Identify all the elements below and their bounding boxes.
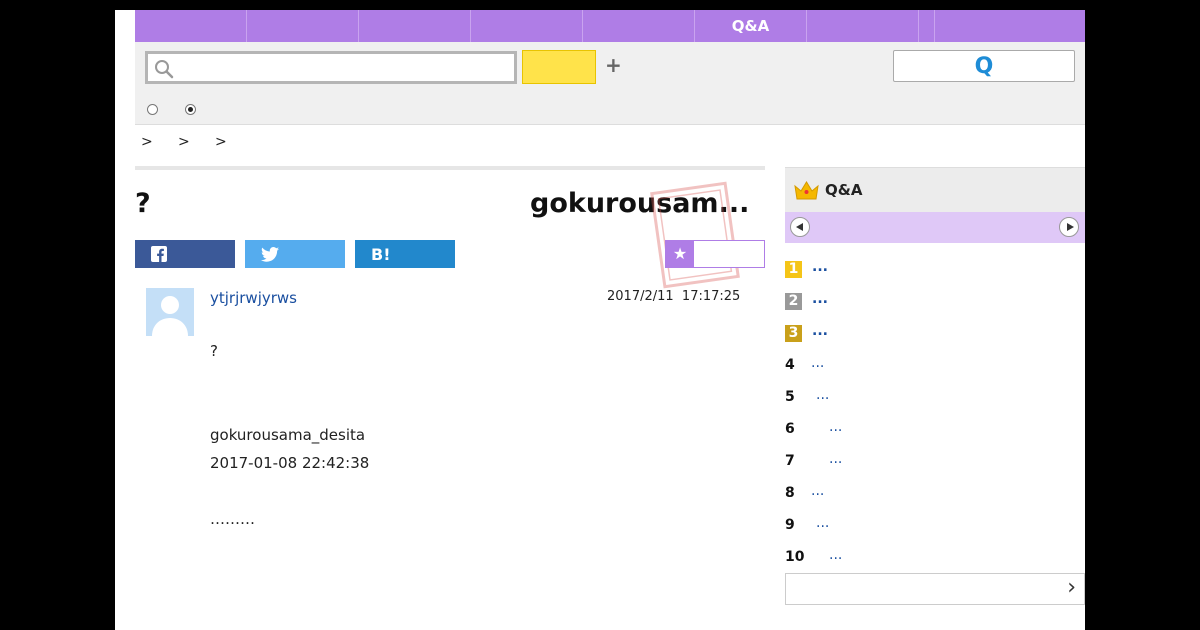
star-icon: ★ xyxy=(666,241,694,267)
question-title-mark: ? xyxy=(135,188,151,219)
rank-link[interactable]: ... xyxy=(812,323,828,339)
search-button[interactable] xyxy=(522,50,596,84)
nav-item-9[interactable] xyxy=(935,10,1085,42)
question-body-user: gokurousama_desita xyxy=(210,426,366,444)
nav-item-1[interactable] xyxy=(135,10,247,42)
ranking-item[interactable]: 3 ... xyxy=(785,323,1085,345)
search-scope-radio-1[interactable] xyxy=(147,104,158,115)
ranking-item[interactable]: 4 ... xyxy=(785,355,1085,377)
nav-item-2[interactable] xyxy=(247,10,359,42)
hatena-bookmark-button[interactable]: B! xyxy=(355,240,455,268)
search-scope-radio-2[interactable] xyxy=(185,104,196,115)
ranking-item[interactable]: 6 ... xyxy=(785,419,1085,441)
rank-number: 7 xyxy=(785,453,795,469)
rank-link[interactable]: ... xyxy=(829,419,842,435)
facebook-icon xyxy=(151,246,167,262)
avatar[interactable] xyxy=(146,288,194,336)
rank-number: 8 xyxy=(785,485,795,501)
q-logo: Q xyxy=(974,53,994,79)
nav-item-7[interactable] xyxy=(807,10,919,42)
breadcrumb: > > > xyxy=(141,134,252,150)
ranking-item[interactable]: 8 ... xyxy=(785,483,1085,505)
ask-question-button[interactable]: Q xyxy=(893,50,1075,82)
rank-number: 1 xyxy=(785,261,802,278)
rank-number: 5 xyxy=(785,389,795,405)
rank-link[interactable]: ... xyxy=(811,483,824,499)
question-body-mark: ? xyxy=(210,342,218,360)
plus-button[interactable]: + xyxy=(605,54,622,76)
prev-arrow-icon[interactable] xyxy=(790,217,810,237)
nav-item-3[interactable] xyxy=(359,10,471,42)
ranking-item[interactable]: 1 ... xyxy=(785,259,1085,281)
content-divider xyxy=(135,166,765,170)
top-nav: Q&A xyxy=(135,10,1085,42)
page: Q&A + Q > > > ? gokurousam... B! ★ ytjrj… xyxy=(115,10,1085,630)
user-silhouette-icon xyxy=(152,296,188,336)
rank-number: 9 xyxy=(785,517,795,533)
rank-number: 6 xyxy=(785,421,795,437)
rank-link[interactable]: ... xyxy=(816,515,829,531)
rank-number: 10 xyxy=(785,549,805,565)
rank-link[interactable]: ... xyxy=(829,451,842,467)
twitter-share-button[interactable] xyxy=(245,240,345,268)
search-input[interactable] xyxy=(178,56,508,80)
rank-number: 3 xyxy=(785,325,802,342)
rank-number: 2 xyxy=(785,293,802,310)
ranking-more-button[interactable] xyxy=(785,573,1085,605)
breadcrumb-separator[interactable]: > xyxy=(215,134,252,150)
username-link[interactable]: ytjrjrwjyrws xyxy=(210,289,297,307)
rank-link[interactable]: ... xyxy=(816,387,829,403)
nav-item-4[interactable] xyxy=(471,10,583,42)
rank-link[interactable]: ... xyxy=(812,259,828,275)
rank-number: 4 xyxy=(785,357,795,373)
breadcrumb-separator[interactable]: > xyxy=(141,134,178,150)
facebook-share-button[interactable] xyxy=(135,240,235,268)
next-arrow-icon[interactable] xyxy=(1059,217,1079,237)
search-box xyxy=(145,51,517,84)
nav-item-8[interactable] xyxy=(919,10,935,42)
stamp-watermark-icon xyxy=(650,181,740,289)
breadcrumb-separator[interactable]: > xyxy=(178,134,215,150)
crown-icon xyxy=(794,181,819,200)
sidebar-title: Q&A xyxy=(825,181,863,199)
nav-item-qa[interactable]: Q&A xyxy=(695,10,807,42)
question-body-time: 2017-01-08 22:42:38 xyxy=(210,454,370,472)
ranking-item[interactable]: 9 ... xyxy=(785,515,1085,537)
nav-item-5[interactable] xyxy=(583,10,695,42)
ranking-item[interactable]: 2 ... xyxy=(785,291,1085,313)
search-icon xyxy=(155,60,174,79)
search-area: + Q xyxy=(135,42,1085,125)
ranking-item[interactable]: 5 ... xyxy=(785,387,1085,409)
post-date: 2017/2/11 17:17:25 xyxy=(607,289,741,304)
favorite-button[interactable]: ★ xyxy=(665,240,765,268)
ranking-item[interactable]: 7 ... xyxy=(785,451,1085,473)
rank-link[interactable]: ... xyxy=(812,291,828,307)
ranking-item[interactable]: 10 ... xyxy=(785,547,1085,569)
rank-link[interactable]: ... xyxy=(811,355,824,371)
twitter-icon xyxy=(261,246,279,262)
question-body-ellipsis: ……… xyxy=(210,510,255,528)
rank-link[interactable]: ... xyxy=(829,547,842,563)
sidebar-ranking-header: Q&A xyxy=(785,167,1085,212)
sidebar-tab-bar xyxy=(785,212,1085,243)
